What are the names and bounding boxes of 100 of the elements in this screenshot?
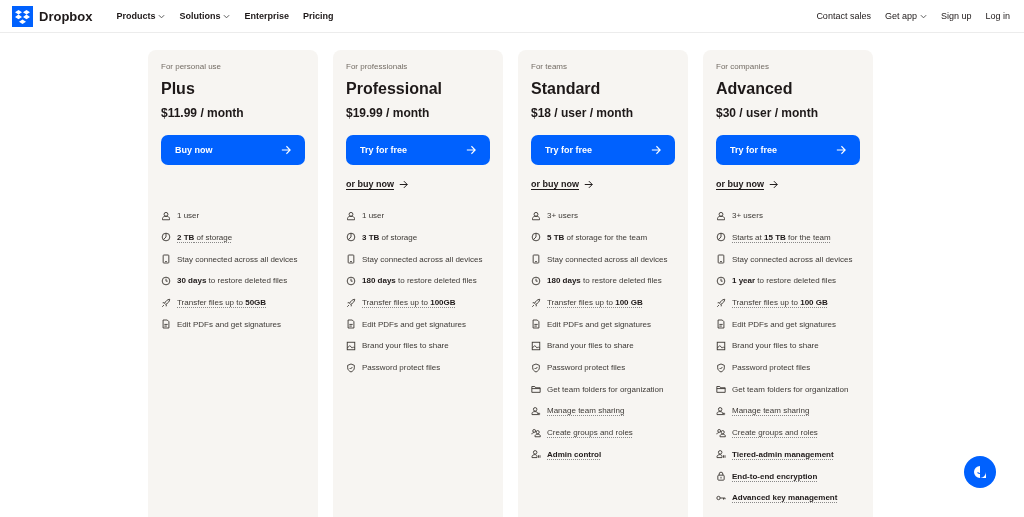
- chat-button[interactable]: [964, 456, 996, 488]
- plan-name: Plus: [161, 80, 196, 98]
- feature-text: Edit PDFs and get signatures: [547, 319, 652, 329]
- storage-icon: [346, 232, 356, 243]
- logo-icon[interactable]: [12, 5, 33, 27]
- shield-icon: [531, 362, 541, 373]
- feature-text: 180 days to restore deleted files: [547, 276, 662, 286]
- feature-text: Password protect files: [732, 363, 811, 373]
- nav-link[interactable]: Get app: [882, 9, 929, 23]
- feature-text: 1 user: [177, 211, 200, 221]
- feature-text: Stay connected across all devices: [732, 254, 853, 264]
- admin-icon: [531, 449, 541, 460]
- nav-link[interactable]: Contact sales: [814, 9, 873, 23]
- device-icon: [161, 254, 171, 265]
- plan-audience: For teams: [531, 62, 568, 71]
- nav-link[interactable]: Products: [112, 9, 170, 23]
- feature-text[interactable]: Admin control: [547, 449, 602, 459]
- group-icon: [531, 427, 541, 438]
- arrow-icon: [584, 179, 593, 189]
- rocket-icon: [716, 297, 726, 308]
- clock-icon: [531, 275, 541, 286]
- feature-text[interactable]: Transfer files up to 50GB: [177, 298, 267, 307]
- pdf-icon: [346, 319, 356, 330]
- buy-link[interactable]: or buy now: [346, 179, 408, 189]
- plan-name: Standard: [531, 80, 602, 98]
- user-share-icon: [531, 405, 541, 416]
- feature-text[interactable]: Starts at 15 TB for the team: [732, 232, 831, 242]
- feature-text[interactable]: Tiered-admin management: [732, 449, 834, 459]
- cta-button[interactable]: Try for free: [531, 135, 675, 165]
- nav-link[interactable]: Log in: [983, 9, 1012, 23]
- feature-text[interactable]: Create groups and roles: [732, 428, 818, 438]
- cta-button[interactable]: Buy now: [161, 135, 305, 165]
- feature-text: 3+ users: [732, 211, 763, 221]
- feature-text: Stay connected across all devices: [547, 254, 668, 264]
- plan-audience: For professionals: [346, 62, 409, 71]
- feature-text: Password protect files: [362, 363, 441, 373]
- feature-text[interactable]: Transfer files up to 100GB: [362, 298, 456, 307]
- feature-text[interactable]: Transfer files up to 100 GB: [547, 298, 643, 307]
- feature-text: Edit PDFs and get signatures: [177, 319, 282, 329]
- clock-icon: [716, 275, 726, 286]
- storage-icon: [531, 232, 541, 243]
- pdf-icon: [531, 319, 541, 330]
- plan-name: Advanced: [716, 80, 794, 98]
- device-icon: [346, 254, 356, 265]
- rocket-icon: [531, 297, 541, 308]
- plan-price: $19.99 / month: [346, 106, 431, 120]
- folder-icon: [716, 384, 726, 395]
- buy-link[interactable]: or buy now: [531, 179, 593, 189]
- feature-text[interactable]: 2 TB of storage: [177, 232, 233, 242]
- feature-text: Get team folders for organization: [547, 384, 664, 394]
- pdf-icon: [161, 319, 171, 330]
- cta-button[interactable]: Try for free: [346, 135, 490, 165]
- feature-text: 3+ users: [547, 211, 578, 221]
- shield-icon: [346, 362, 356, 373]
- storage-icon: [716, 232, 726, 243]
- admin-icon: [716, 449, 726, 460]
- pdf-icon: [716, 319, 726, 330]
- feature-text[interactable]: Create groups and roles: [547, 428, 633, 438]
- user-icon: [531, 210, 541, 221]
- arrow-icon: [769, 179, 778, 189]
- feature-text: Stay connected across all devices: [177, 254, 298, 264]
- feature-text: 1 user: [362, 211, 385, 221]
- caret-icon: [158, 13, 166, 19]
- feature-text: Stay connected across all devices: [362, 254, 483, 264]
- caret-icon: [223, 13, 231, 19]
- feature-text[interactable]: Transfer files up to 100 GB: [732, 298, 828, 307]
- folder-icon: [531, 384, 541, 395]
- feature-text: Edit PDFs and get signatures: [362, 319, 467, 329]
- clock-icon: [161, 275, 171, 286]
- user-icon: [161, 210, 171, 221]
- plan-price: $18 / user / month: [531, 106, 635, 120]
- rocket-icon: [161, 297, 171, 308]
- plan-audience: For personal use: [161, 62, 223, 71]
- feature-text[interactable]: Manage team sharing: [732, 406, 810, 416]
- feature-text: 30 days to restore deleted files: [177, 276, 288, 286]
- arrow-icon: [651, 145, 661, 155]
- feature-text[interactable]: End-to-end encryption: [732, 471, 818, 481]
- arrow-icon: [399, 179, 408, 189]
- user-icon: [346, 210, 356, 221]
- buy-link[interactable]: or buy now: [716, 179, 778, 189]
- feature-text[interactable]: Advanced key management: [732, 493, 838, 503]
- feature-text: 3 TB of storage: [362, 232, 418, 242]
- nav-link[interactable]: Enterprise: [240, 9, 293, 23]
- nav-link[interactable]: Sign up: [938, 9, 974, 23]
- group-icon: [716, 427, 726, 438]
- cta-button[interactable]: Try for free: [716, 135, 860, 165]
- arrow-icon: [466, 145, 476, 155]
- nav-link[interactable]: Pricing: [299, 9, 338, 23]
- feature-text[interactable]: Manage team sharing: [547, 406, 625, 416]
- image-icon: [346, 340, 356, 351]
- brand-name[interactable]: Dropbox: [39, 8, 93, 24]
- feature-text: Brand your files to share: [362, 341, 449, 351]
- arrow-icon: [281, 145, 291, 155]
- plan-audience: For companies: [716, 62, 770, 71]
- device-icon: [716, 254, 726, 265]
- nav-link[interactable]: Solutions: [175, 9, 235, 23]
- feature-text: Password protect files: [547, 363, 626, 373]
- clock-icon: [346, 275, 356, 286]
- user-share-icon: [716, 405, 726, 416]
- feature-text: 1 year to restore deleted files: [732, 276, 837, 286]
